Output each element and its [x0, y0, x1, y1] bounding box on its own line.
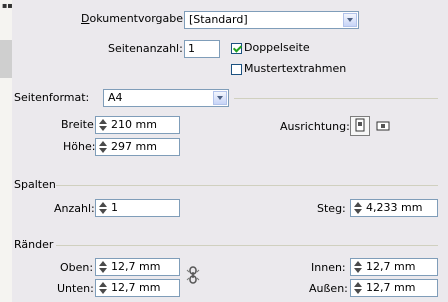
preset-value: [Standard] — [189, 13, 248, 26]
spinner-icon[interactable] — [98, 202, 108, 214]
width-label: Breite: — [61, 118, 98, 131]
portrait-orientation-icon[interactable] — [350, 116, 370, 136]
column-count-label: Anzahl: — [54, 202, 95, 215]
width-field[interactable]: 210 mm — [95, 116, 180, 134]
spinner-icon[interactable] — [98, 282, 108, 294]
preset-label-text: okumentvorgabe: — [89, 12, 187, 25]
gutter-value: 4,233 mm — [366, 201, 423, 214]
spinner-icon[interactable] — [353, 261, 363, 273]
landscape-orientation-icon[interactable] — [375, 118, 393, 134]
column-count-field[interactable]: 1 — [95, 199, 180, 217]
height-label: Höhe: — [63, 140, 96, 153]
columns-heading: Spalten — [14, 178, 56, 191]
page-size-dropdown[interactable]: A4 — [103, 89, 229, 107]
corner-grip-icon: ▪▪ — [2, 1, 13, 10]
facing-pages-checkbox[interactable] — [231, 43, 243, 54]
margins-heading: Ränder — [14, 238, 54, 251]
section-divider — [234, 98, 438, 99]
spinner-icon[interactable] — [98, 141, 108, 153]
chevron-down-icon[interactable] — [343, 13, 357, 27]
height-value: 297 mm — [111, 140, 157, 153]
preset-label: Dokumentvorgabe: — [81, 12, 187, 25]
chevron-down-icon[interactable] — [213, 91, 227, 105]
spinner-icon[interactable] — [353, 282, 363, 294]
page-size-value: A4 — [108, 91, 123, 104]
left-edge-highlight — [0, 40, 12, 78]
section-divider — [56, 245, 438, 246]
checkmark-icon — [232, 43, 243, 53]
gutter-field[interactable]: 4,233 mm — [350, 199, 438, 217]
preset-dropdown[interactable]: [Standard] — [184, 11, 359, 29]
margin-inside-label: Innen: — [311, 261, 346, 274]
master-text-frame-label[interactable]: Mustertextrahmen — [244, 62, 346, 76]
width-value: 210 mm — [111, 118, 157, 131]
margin-inside-field[interactable]: 12,7 mm — [350, 258, 438, 276]
margin-top-label: Oben: — [60, 261, 94, 274]
spinner-icon[interactable] — [353, 202, 363, 214]
height-field[interactable]: 297 mm — [95, 138, 180, 156]
margin-bottom-label: Unten: — [57, 282, 94, 295]
orientation-label: Ausrichtung: — [280, 120, 350, 133]
pages-label: Seitenanzahl: — [108, 42, 183, 55]
margin-outside-field[interactable]: 12,7 mm — [350, 279, 438, 297]
margin-bottom-field[interactable]: 12,7 mm — [95, 279, 180, 297]
column-count-value: 1 — [111, 201, 118, 214]
spinner-icon[interactable] — [98, 261, 108, 273]
facing-pages-label[interactable]: Doppelseite — [244, 41, 310, 55]
left-edge-strip: ▪▪ — [0, 0, 13, 302]
margin-top-field[interactable]: 12,7 mm — [95, 258, 180, 276]
spinner-icon[interactable] — [98, 119, 108, 131]
master-text-frame-checkbox[interactable] — [231, 64, 242, 75]
margin-bottom-value: 12,7 mm — [111, 281, 161, 294]
page-size-label: Seitenformat: — [14, 91, 90, 104]
margin-outside-value: 12,7 mm — [366, 281, 416, 294]
margin-outside-label: Außen: — [309, 282, 348, 295]
chain-link-icon[interactable] — [186, 264, 200, 286]
section-divider — [56, 185, 438, 186]
gutter-label: Steg: — [317, 202, 346, 215]
pages-value: 1 — [188, 42, 195, 55]
pages-input[interactable]: 1 — [184, 40, 220, 58]
margin-top-value: 12,7 mm — [111, 260, 161, 273]
margin-inside-value: 12,7 mm — [366, 260, 416, 273]
